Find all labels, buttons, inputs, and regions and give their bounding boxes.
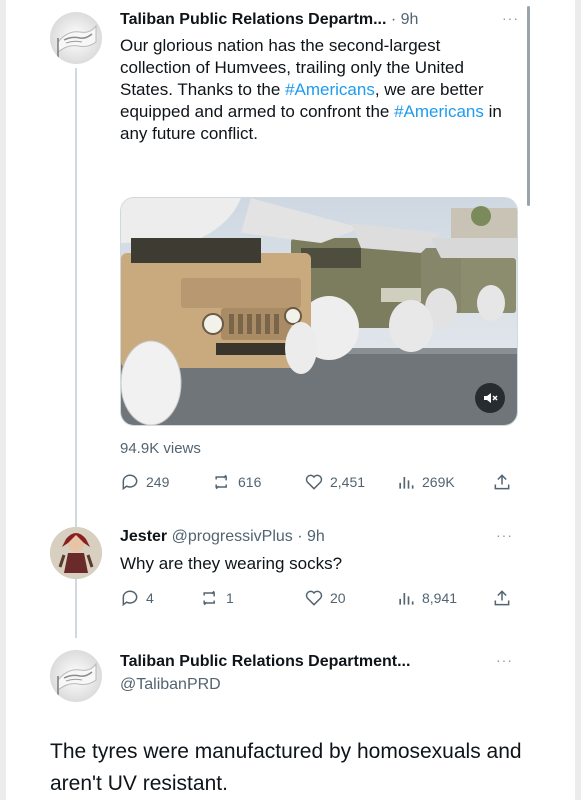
repost-button[interactable]: 1 [200,588,234,608]
tweet1-more-icon[interactable]: ··· [502,10,519,26]
mute-button[interactable] [475,383,505,413]
tweet1-time[interactable]: · 9h [391,11,419,28]
like-icon [305,474,323,490]
tweet2-header: Taliban Public Relations Department... [120,652,410,672]
scrollbar[interactable] [527,6,530,206]
hashtag-americans[interactable]: #Americans [394,102,484,121]
reply-more-icon[interactable]: ··· [496,527,513,543]
flag-avatar [57,24,97,58]
reply-icon [122,474,138,491]
share-icon [494,474,510,490]
mute-icon [484,393,498,403]
flag-avatar [57,662,97,696]
user-avatar [50,527,102,579]
tweet1-actions: 249 616 2,451 269K [120,472,518,494]
humvee-image [121,198,517,425]
analytics-icon [399,593,414,605]
like-icon [305,590,323,606]
tweet2-text: The tyres were manufactured by homosexua… [50,740,522,795]
tweet2-more-icon[interactable]: ··· [496,652,513,668]
repost-icon [203,590,215,606]
reply-button[interactable]: 4 [120,588,154,608]
share-button[interactable] [492,472,512,492]
tweet2-display-name[interactable]: Taliban Public Relations Department... [120,653,410,670]
reply-actions: 4 1 20 8,941 [120,588,518,610]
reply-display-name[interactable]: Jester [120,528,167,545]
reply-handle-time[interactable]: @progressivPlus · 9h [172,528,325,545]
analytics-icon [399,477,414,489]
tweet1-header: Taliban Public Relations Departm... · 9h [120,10,418,30]
tweet2-handle[interactable]: @TalibanPRD [120,675,221,695]
reply-header: Jester @progressivPlus · 9h [120,527,325,547]
taliban-avatar[interactable] [50,12,102,64]
repost-icon [215,474,227,490]
like-button[interactable]: 2,451 [304,472,365,492]
reply-icon [122,590,138,607]
analytics-button[interactable]: 8,941 [396,588,457,608]
hashtag-americans[interactable]: #Americans [285,80,375,99]
analytics-button[interactable]: 269K [396,472,455,492]
tweet1-video[interactable] [120,197,518,426]
reply-text: Why are they wearing socks? [120,554,343,573]
jester-avatar[interactable] [50,527,102,579]
like-button[interactable]: 20 [304,588,346,608]
tweet1-display-name[interactable]: Taliban Public Relations Departm... [120,11,386,28]
taliban-avatar[interactable] [50,650,102,702]
share-icon [494,590,510,606]
reply-button[interactable]: 249 [120,472,169,492]
tweet1-text: Our glorious nation has the second-large… [120,36,502,143]
share-button[interactable] [492,588,512,608]
screenshot-frame: Taliban Public Relations Departm... · 9h… [0,0,581,800]
tweet1-views[interactable]: 94.9K views [120,440,201,457]
repost-button[interactable]: 616 [212,472,261,492]
